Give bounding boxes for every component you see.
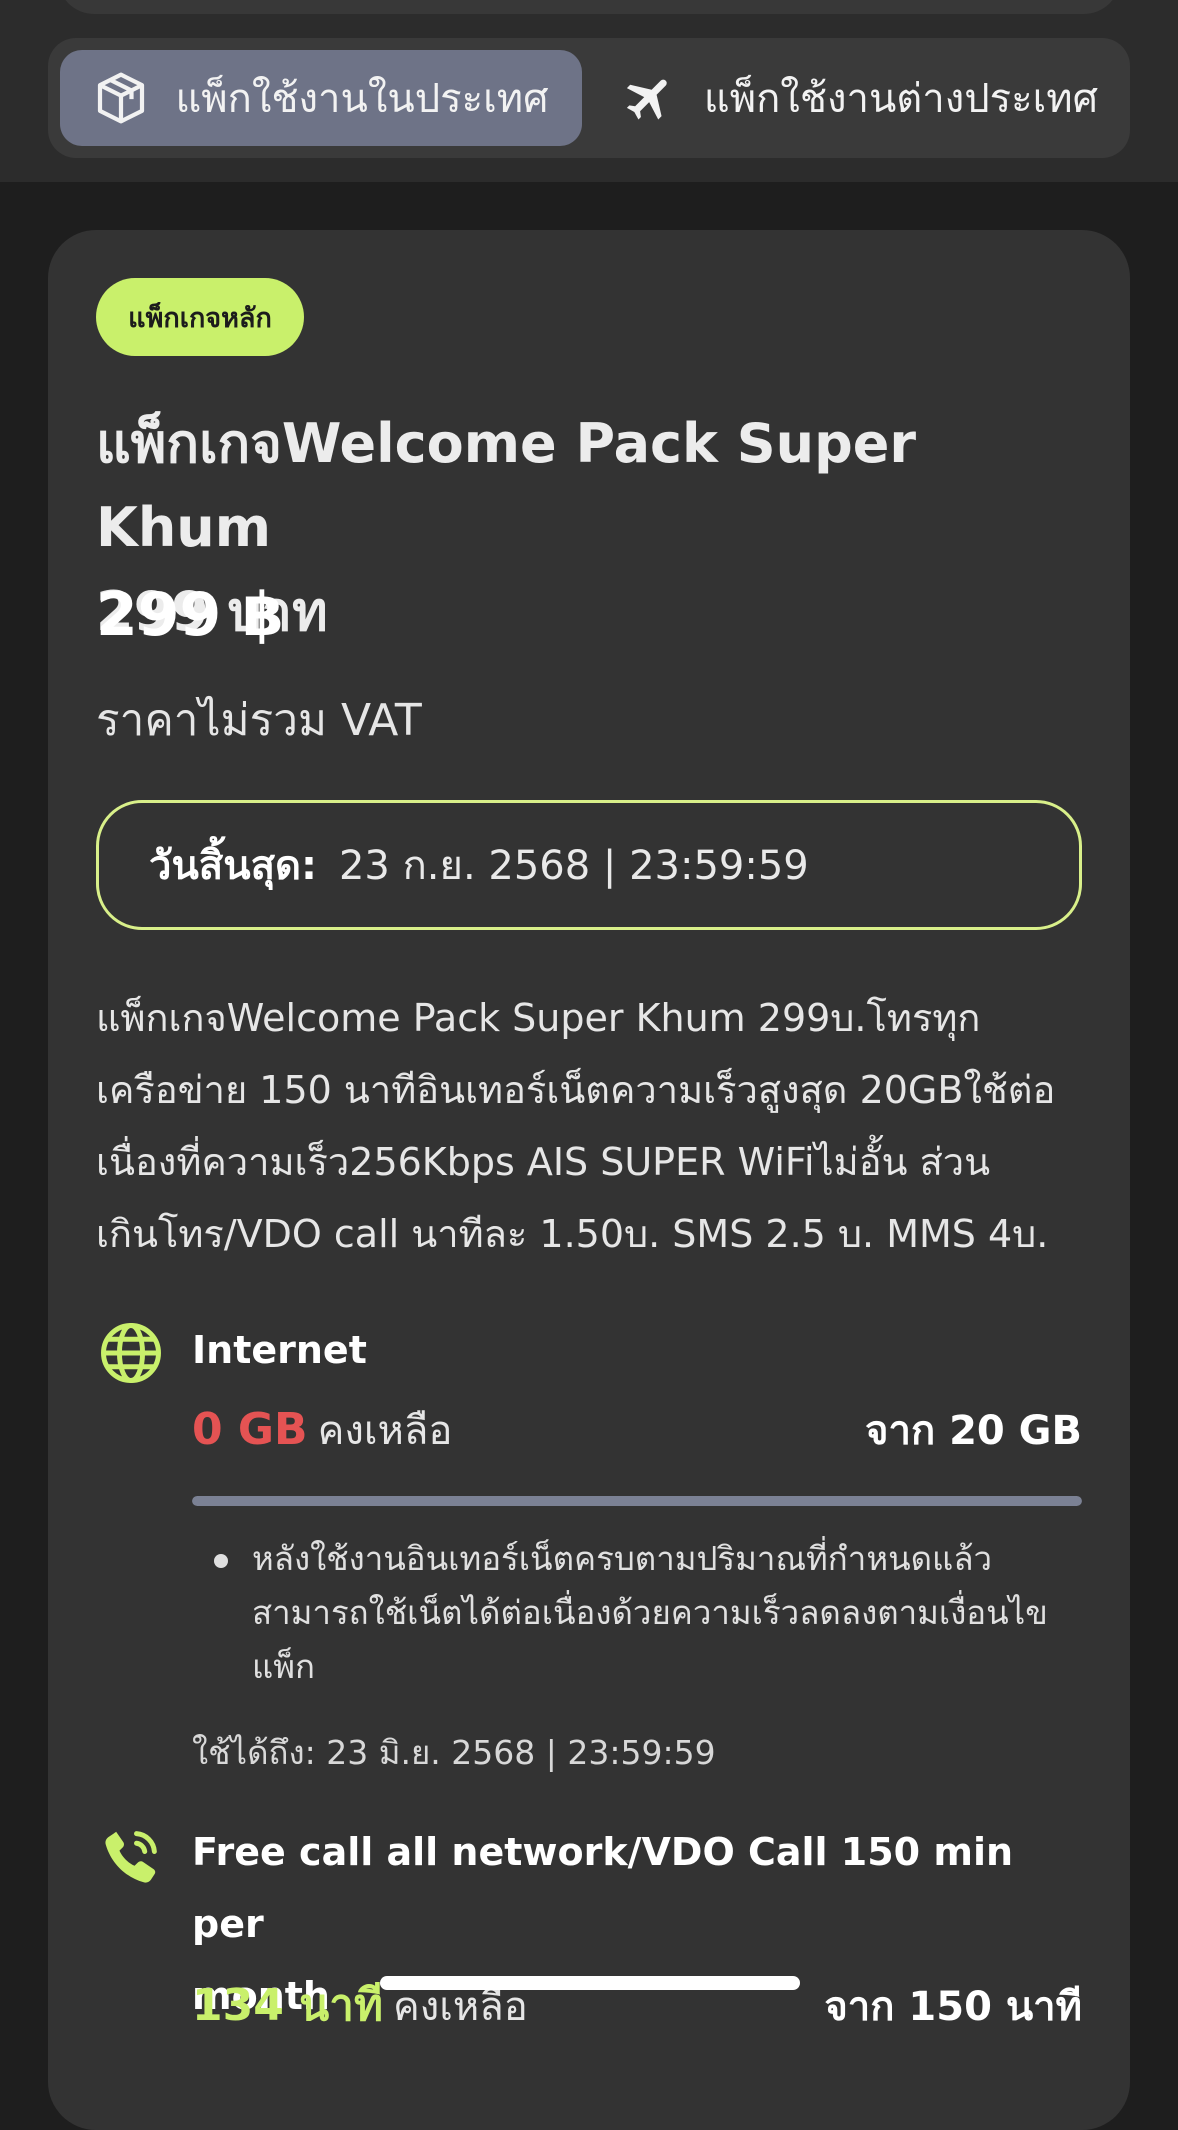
main-package-badge: แพ็กเกจหลัก [96,278,304,356]
internet-title: Internet [192,1328,367,1372]
expiry-label: วันสิ้นสุด: [149,843,317,889]
expiry-value: 23 ก.ย. 2568 | 23:59:59 [338,843,809,889]
internet-progress-fill [192,1496,1082,1506]
description-line: แพ็กเกจWelcome Pack Super Khum 299บ.โทรท… [96,996,981,1040]
call-remaining-value: 134 นาที [192,1980,383,2031]
vat-note: ราคาไม่รวม VAT [96,695,422,746]
call-total: จาก 150 นาที [824,1984,1082,2030]
phone-call-icon [105,1831,157,1883]
tab-international-label: แพ็กใช้งานต่างประเทศ [703,76,1099,122]
note-bullet [214,1554,228,1568]
tab-bar: แพ็กใช้งานในประเทศ แพ็กใช้งานต่างประเทศ [48,38,1130,158]
tab-international[interactable]: แพ็กใช้งานต่างประเทศ [602,50,1118,146]
internet-valid-until: ใช้ได้ถึง: 23 มิ.ย. 2568 | 23:59:59 [192,1733,716,1772]
call-remaining-word: คงเหลือ [392,1984,528,2030]
home-indicator[interactable] [380,1976,800,1990]
package-card: แพ็กเกจหลัก แพ็กเกจWelcome Pack Super Kh… [48,230,1130,2130]
package-box-icon [98,72,145,124]
internet-remaining-row: 0 GB คงเหลือ จาก 20 GB [192,1398,1082,1458]
package-title-line1: แพ็กเกจWelcome Pack Super Khum [96,412,916,559]
package-price: 299 ฿ [96,580,284,650]
description-line: เนื่องที่ความเร็ว256Kbps AIS SUPER WiFiไ… [96,1140,991,1184]
internet-total: จาก 20 GB [865,1408,1082,1454]
internet-remaining-value: 0 GB [192,1404,308,1455]
previous-card-edge [58,0,1120,14]
header-area: แพ็กใช้งานในประเทศ แพ็กใช้งานต่างประเทศ [0,0,1178,182]
internet-progress-bar [192,1496,1082,1506]
internet-remaining-word: คงเหลือ [317,1408,453,1454]
note-line: แพ็ก [252,1647,316,1686]
description-line: เกินโทร/VDO call นาทีละ 1.50บ. SMS 2.5 บ… [96,1212,1049,1256]
note-line: หลังใช้งานอินเทอร์เน็ตครบตามปริมาณที่กำห… [252,1539,993,1578]
globe-icon [101,1323,161,1383]
internet-note: หลังใช้งานอินเทอร์เน็ตครบตามปริมาณที่กำห… [252,1532,1072,1694]
call-title-line1: Free call all network/VDO Call 150 min p… [192,1830,1014,1946]
tab-domestic[interactable]: แพ็กใช้งานในประเทศ [60,50,582,146]
package-description: แพ็กเกจWelcome Pack Super Khum 299บ.โทรท… [96,982,1096,1270]
note-line: สามารถใช้เน็ตได้ต่อเนื่องด้วยความเร็วลดล… [252,1593,1048,1632]
expiry-date-box: วันสิ้นสุด: 23 ก.ย. 2568 | 23:59:59 [96,800,1082,930]
tab-domestic-label: แพ็กใช้งานในประเทศ [175,76,549,122]
description-line: เครือข่าย 150 นาทีอินเทอร์เน็ตความเร็วสู… [96,1068,1056,1112]
airplane-icon [626,79,667,120]
